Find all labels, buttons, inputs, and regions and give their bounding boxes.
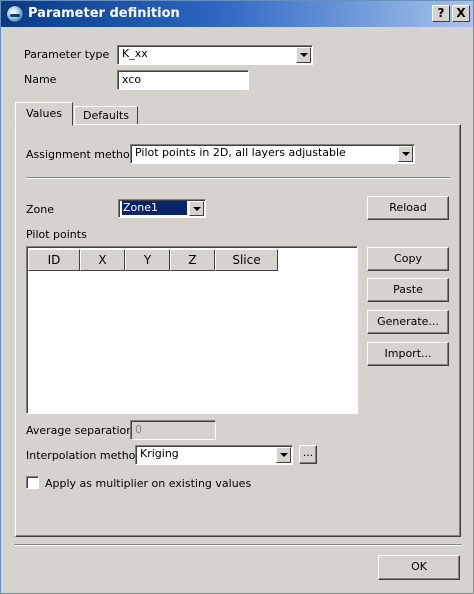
- reload-button[interactable]: Reload: [367, 196, 449, 220]
- tab-defaults[interactable]: Defaults: [74, 106, 138, 125]
- parameter-type-label: Parameter type: [24, 48, 110, 61]
- import-button[interactable]: Import...: [367, 342, 449, 366]
- name-label: Name: [24, 73, 57, 86]
- interpolation-options-button[interactable]: ...: [299, 445, 317, 464]
- window-title: Parameter definition: [28, 6, 180, 21]
- zone-value: Zone1: [122, 201, 187, 215]
- chevron-down-icon[interactable]: [296, 47, 311, 63]
- zone-label: Zone: [26, 203, 55, 216]
- tab-values[interactable]: Values: [15, 102, 73, 126]
- copy-button[interactable]: Copy: [367, 247, 449, 271]
- chevron-down-icon[interactable]: [189, 201, 204, 216]
- column-header-y[interactable]: Y: [125, 249, 170, 271]
- paste-button[interactable]: Paste: [367, 278, 449, 302]
- average-separation-input: 0: [130, 420, 216, 440]
- interpolation-method-select[interactable]: Kriging: [135, 445, 293, 465]
- assignment-method-value: Pilot points in 2D, all layers adjustabl…: [135, 146, 346, 159]
- name-input[interactable]: xco: [117, 70, 249, 90]
- parameter-type-select[interactable]: K_xx: [117, 45, 313, 65]
- assignment-method-select[interactable]: Pilot points in 2D, all layers adjustabl…: [130, 144, 415, 164]
- pilot-points-label: Pilot points: [26, 228, 87, 241]
- title-bar[interactable]: Parameter definition ? X: [1, 1, 473, 27]
- column-header-id[interactable]: ID: [28, 249, 80, 271]
- separator: [26, 177, 450, 179]
- column-header-slice[interactable]: Slice: [215, 249, 278, 271]
- interpolation-method-value: Kriging: [140, 447, 179, 460]
- chevron-down-icon[interactable]: [398, 146, 413, 162]
- help-button[interactable]: ?: [432, 5, 450, 22]
- average-separation-label: Average separation: [26, 424, 134, 437]
- close-button[interactable]: X: [452, 5, 470, 22]
- chevron-down-icon[interactable]: [276, 447, 291, 463]
- pilot-points-table[interactable]: ID X Y Z Slice: [26, 246, 358, 414]
- column-header-x[interactable]: X: [80, 249, 125, 271]
- generate-button[interactable]: Generate...: [367, 310, 449, 334]
- column-header-z[interactable]: Z: [170, 249, 215, 271]
- assignment-method-label: Assignment method: [26, 148, 137, 161]
- apply-multiplier-label[interactable]: Apply as multiplier on existing values: [45, 477, 251, 490]
- apply-multiplier-checkbox[interactable]: [26, 476, 39, 489]
- parameter-definition-dialog: Parameter definition ? X Parameter type …: [0, 0, 474, 594]
- footer-separator: [15, 544, 461, 546]
- parameter-type-value: K_xx: [122, 47, 148, 60]
- ok-button[interactable]: OK: [378, 555, 460, 580]
- interpolation-method-label: Interpolation method: [26, 449, 143, 462]
- app-globe-icon: [6, 5, 24, 23]
- zone-select[interactable]: Zone1: [118, 199, 206, 218]
